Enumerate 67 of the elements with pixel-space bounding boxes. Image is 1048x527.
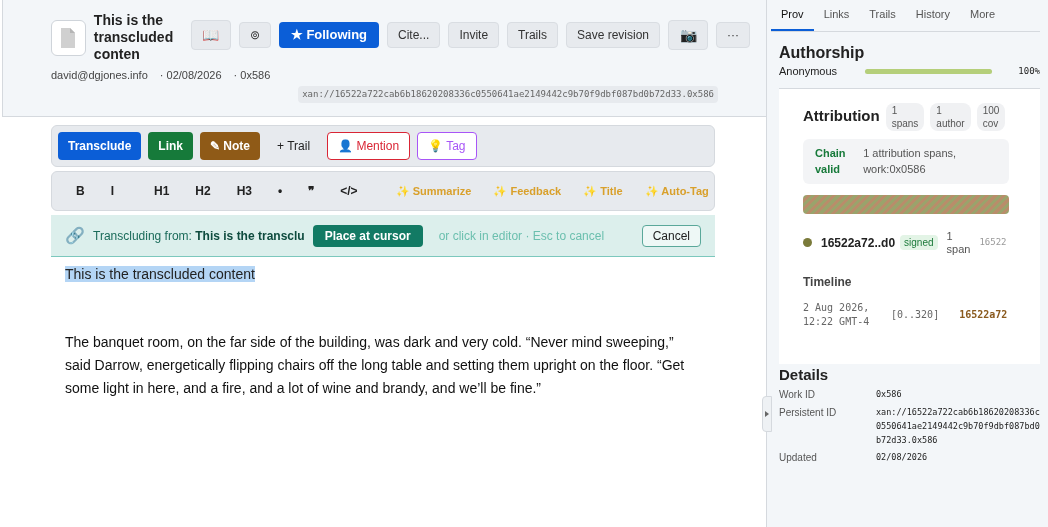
panel-tab[interactable]: Prov — [771, 0, 814, 31]
format-button[interactable]: H1 — [144, 178, 180, 204]
timeline-time: 2 Aug 2026, 12:22 GMT-4 — [803, 300, 871, 329]
format-button[interactable]: ❞ — [298, 178, 325, 204]
icon-button[interactable]: 📖 — [190, 20, 231, 50]
stat-pill: 1 spans — [885, 102, 925, 131]
timeline-hash: 16522a72 — [959, 308, 1008, 322]
icon-button[interactable]: 📷 — [668, 20, 708, 50]
panel-tab[interactable]: More — [960, 0, 1006, 31]
signed-badge: signed — [900, 235, 938, 250]
action-button[interactable]: 👤 Mention — [327, 132, 411, 160]
toolbar-button[interactable]: Save revision — [565, 22, 660, 48]
stat-pill: 100 cov — [976, 102, 1006, 131]
paragraph: The banquet room, on the far side of the building, was dark and very cold. “Never mind sweeping,” said Darrow, energetically flipping chairs off the long table and setting them upright on the floor. “Get some light in here, and a fire, and a lot of wine and brandy, and we’ll be fine.” — [65, 333, 686, 398]
following-button[interactable]: ★ Following — [278, 22, 380, 48]
trail-button[interactable]: + Trail — [267, 132, 321, 160]
toolbar-button[interactable]: Cite... — [387, 22, 441, 48]
format-button[interactable]: </> — [330, 178, 368, 204]
document-title: This is the transcluded conten — [93, 12, 175, 63]
format-button[interactable]: I — [100, 178, 124, 204]
panel-tab[interactable]: Trails — [859, 0, 906, 31]
chain-detail: 1 attribution spans, work:0x0586 — [863, 145, 958, 177]
transclusion-source: Transcluding from: This is the transclu — [93, 227, 305, 245]
timeline-range: [0..320] — [891, 308, 940, 322]
action-button[interactable]: Transclude — [58, 132, 142, 160]
persistent-id: xan://16522a722cab6b18620208336c0550641ae2149442c9b70f9dbf087bd0b72d33.0x586 — [298, 85, 718, 103]
span-count: 1 span — [946, 229, 971, 256]
author-hash: 16522a72..d0 — [821, 234, 896, 252]
hint-text: or click in editor · Esc to cancel — [438, 227, 605, 245]
work-id: · 0x586 — [233, 68, 271, 83]
detail-label: Persistent ID — [779, 405, 838, 420]
action-button[interactable]: Link — [148, 132, 194, 160]
format-button[interactable]: H3 — [226, 178, 263, 204]
detail-label: Updated — [779, 450, 818, 465]
chevron-icon — [765, 411, 769, 417]
detail-value: xan://16522a722cab6b18620208336c0550641ae2149442c9b70f9dbf087bd0b72d33.0x586 — [876, 405, 1040, 447]
panel-tab[interactable]: History — [905, 0, 961, 31]
author-hash-short: 16522 — [979, 235, 1007, 249]
stat-pill: 1 author — [930, 102, 971, 131]
toolbar-button[interactable]: ⊚ — [238, 22, 271, 48]
place-button[interactable]: Place at cursor — [312, 224, 423, 247]
detail-value: 0x586 — [876, 387, 902, 401]
format-button[interactable]: H2 — [185, 178, 221, 204]
document-icon — [51, 20, 86, 56]
action-button[interactable]: 💡 Tag — [417, 132, 477, 160]
toolbar-button[interactable]: ··· — [716, 22, 750, 48]
format-button[interactable]: • — [268, 178, 293, 204]
format-button[interactable]: B — [66, 178, 95, 204]
author-name: Anonymous — [779, 64, 839, 79]
details-title: Details — [779, 365, 830, 384]
link-icon: 🔗 — [65, 223, 85, 248]
panel-tab[interactable]: Links — [813, 0, 860, 31]
action-button[interactable]: ✎ Note — [200, 132, 261, 160]
authorship-percent: 100% — [1018, 64, 1040, 78]
toolbar-button[interactable]: Invite — [448, 22, 500, 48]
attribution-title: Attribution — [803, 106, 880, 127]
document-date: · 02/08/2026 — [159, 68, 222, 83]
cancel-button[interactable]: Cancel — [641, 224, 701, 247]
detail-value: 02/08/2026 — [876, 450, 928, 464]
toolbar-button[interactable]: Trails — [507, 22, 558, 48]
section-title: Authorship — [779, 43, 866, 63]
selected-text: This is the transcluded content — [65, 266, 255, 282]
timeline-title: Timeline — [803, 273, 853, 291]
detail-label: Work ID — [779, 387, 816, 402]
collapse-handle[interactable] — [762, 396, 772, 432]
chain-valid: Chain valid — [815, 145, 847, 177]
author-email: david@dgjones.info — [51, 68, 148, 83]
